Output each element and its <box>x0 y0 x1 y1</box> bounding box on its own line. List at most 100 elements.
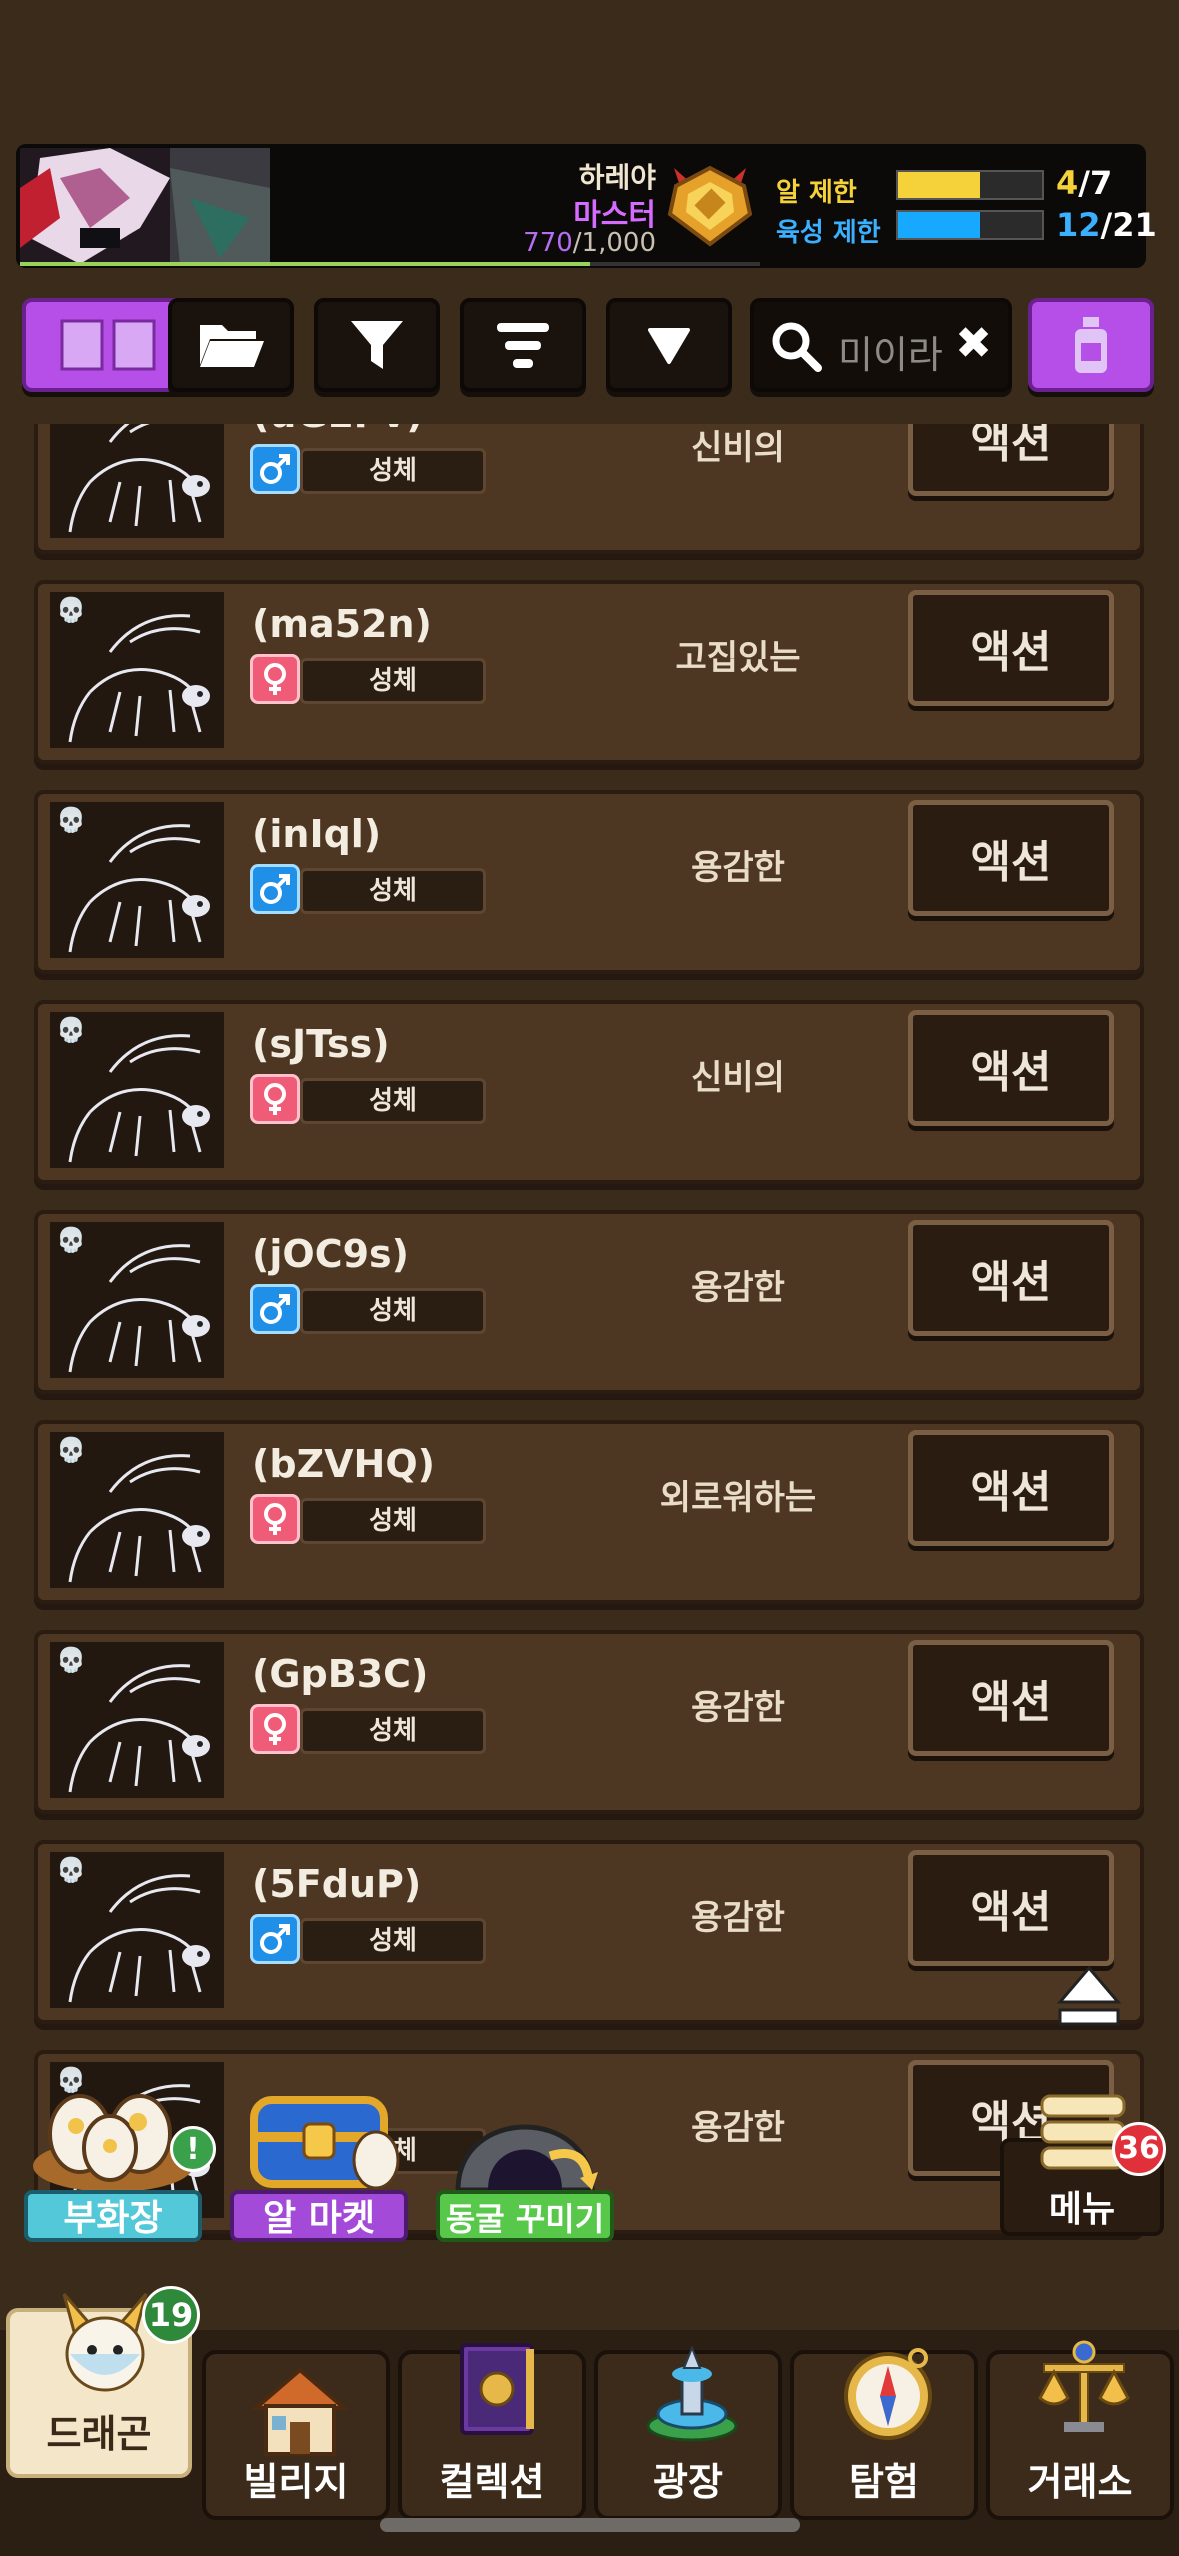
home-indicator[interactable] <box>380 2518 800 2532</box>
skull-icon: 💀 <box>56 806 86 834</box>
potion-bottle-icon <box>1075 317 1107 373</box>
filter-button[interactable] <box>314 298 440 392</box>
list-item[interactable]: 💀 (5FduP) 성체 용감한 액션 <box>34 1840 1144 2024</box>
action-button[interactable]: 액션 <box>908 1010 1114 1126</box>
nav-exchange[interactable]: 거래소 <box>986 2340 1174 2520</box>
search-field[interactable]: 미이라 ✖ <box>750 298 1012 392</box>
village-house-icon <box>250 2367 350 2456</box>
action-button[interactable]: 액션 <box>908 1850 1114 1966</box>
nav-plaza[interactable]: 광장 <box>594 2345 782 2520</box>
action-button[interactable]: 액션 <box>908 1640 1114 1756</box>
skull-icon: 💀 <box>56 1646 86 1674</box>
action-button[interactable]: 액션 <box>908 1430 1114 1546</box>
egg-market-label: 알 마켓 <box>230 2190 408 2242</box>
growth-stage-badge: 성체 <box>300 868 486 914</box>
personality-trait: 용감한 <box>691 1898 785 1938</box>
personality-trait: 용감한 <box>691 848 785 888</box>
nav-plaza-label: 광장 <box>653 2460 723 2504</box>
nav-explore[interactable]: 탐험 <box>790 2348 978 2520</box>
breed-limit-bar <box>896 210 1044 240</box>
dragon-count-badge: 19 <box>142 2286 200 2344</box>
search-input[interactable]: 미이라 <box>838 324 943 379</box>
action-button[interactable]: 액션 <box>908 1220 1114 1336</box>
list-item[interactable]: 💀 (sJTss) 성체 신비의 액션 <box>34 1000 1144 1184</box>
nav-collection-label: 컬렉션 <box>439 2460 545 2504</box>
sort-button[interactable] <box>460 298 586 392</box>
cave-icon <box>455 2124 598 2193</box>
male-icon <box>250 444 300 494</box>
female-icon <box>250 1704 300 1754</box>
clear-search-icon[interactable]: ✖ <box>955 318 992 369</box>
growth-stage-badge: 성체 <box>300 1918 486 1964</box>
skull-icon: 💀 <box>56 1856 86 1884</box>
breed-limit-current: 12 <box>1056 206 1101 244</box>
cave-decorate-label: 동굴 꾸미기 <box>436 2190 614 2242</box>
nav-dragon[interactable]: 드래곤 19 <box>6 2286 200 2478</box>
action-button[interactable]: 액션 <box>908 424 1114 496</box>
rank-badge-icon[interactable] <box>664 162 756 248</box>
dragon-name: (inIql) <box>252 812 382 856</box>
nav-village-label: 빌리지 <box>243 2460 349 2504</box>
eject-up-icon <box>1056 1965 1122 2026</box>
breed-limit-value: 12/21 <box>1056 206 1157 244</box>
nav-exchange-label: 거래소 <box>1027 2460 1133 2504</box>
male-icon <box>250 1914 300 1964</box>
menu-notification-badge: 36 <box>1112 2122 1166 2176</box>
egg-market-button[interactable]: 알 마켓 <box>226 2086 412 2246</box>
incubator-button[interactable]: 부화장 ! <box>20 2086 216 2246</box>
folder-icon <box>200 325 264 367</box>
scroll-to-top-button[interactable] <box>1054 1962 1124 2032</box>
incubator-label: 부화장 <box>24 2190 202 2242</box>
list-item[interactable]: 💀(uGEPv)성체신비의액션 <box>34 424 1144 554</box>
exp-bar-fill <box>20 262 590 266</box>
chevron-down-icon <box>648 328 690 364</box>
male-icon <box>250 1284 300 1334</box>
dragon-name: (ma52n) <box>252 602 432 646</box>
list-item[interactable]: 💀 (inIql) 성체 용감한 액션 <box>34 790 1144 974</box>
collection-book-icon <box>460 2343 534 2435</box>
skull-icon: 💀 <box>56 1226 86 1254</box>
list-item[interactable]: 💀 (jOC9s) 성체 용감한 액션 <box>34 1210 1144 1394</box>
egg-limit-max: /7 <box>1078 164 1113 202</box>
incubator-alert-badge: ! <box>170 2126 216 2172</box>
list-item[interactable]: 💀 (ma52n) 성체 고집있는 액션 <box>34 580 1144 764</box>
dropdown-button[interactable] <box>606 298 732 392</box>
growth-stage-badge: 성체 <box>300 1078 486 1124</box>
menu-button[interactable]: 메뉴 36 <box>1000 2092 1166 2242</box>
egg-limit-value: 4/7 <box>1056 164 1146 202</box>
dragon-name: (sJTss) <box>252 1022 390 1066</box>
plaza-fountain-icon <box>646 2345 738 2442</box>
exp-current: 770 <box>523 228 573 258</box>
nav-collection[interactable]: 컬렉션 <box>398 2343 586 2520</box>
female-icon <box>250 1494 300 1544</box>
player-avatar[interactable] <box>20 148 270 264</box>
cave-decorate-button[interactable]: 동굴 꾸미기 <box>432 2086 618 2246</box>
personality-trait: 용감한 <box>691 2108 785 2148</box>
egg-limit-fill <box>898 172 981 198</box>
list-item[interactable]: 💀 (GpB3C) 성체 용감한 액션 <box>34 1630 1144 1814</box>
growth-stage-badge: 성체 <box>300 1708 486 1754</box>
skull-icon: 💀 <box>56 1016 86 1044</box>
dragon-name: (uGEPv) <box>252 424 424 436</box>
action-button[interactable]: 액션 <box>908 800 1114 916</box>
breed-limit-label: 육성 제한 <box>776 218 881 248</box>
nav-village[interactable]: 빌리지 <box>202 2350 390 2520</box>
exchange-scales-icon <box>1038 2340 1130 2432</box>
female-icon <box>250 654 300 704</box>
exp-bar <box>20 262 760 266</box>
dragon-thumbnail[interactable] <box>50 424 224 538</box>
folder-button[interactable] <box>168 298 294 392</box>
potion-button[interactable] <box>1028 298 1154 392</box>
dragon-nav-icon <box>62 2293 148 2392</box>
sort-icon <box>497 323 549 368</box>
filter-icon <box>351 321 403 369</box>
dragon-name: (bZVHQ) <box>252 1442 436 1486</box>
dragon-name: (jOC9s) <box>252 1232 410 1276</box>
personality-trait: 외로워하는 <box>659 1478 817 1518</box>
nav-dragon-label: 드래곤 <box>46 2412 152 2456</box>
action-button[interactable]: 액션 <box>908 590 1114 706</box>
player-header: 하레야 마스터 770/1,000 알 제한 4/7 육성 제한 12/21 <box>16 144 1157 268</box>
list-item[interactable]: 💀 (bZVHQ) 성체 외로워하는 액션 <box>34 1420 1144 1604</box>
exp-max: /1,000 <box>572 228 656 258</box>
menu-label: 메뉴 <box>1048 2189 1116 2230</box>
